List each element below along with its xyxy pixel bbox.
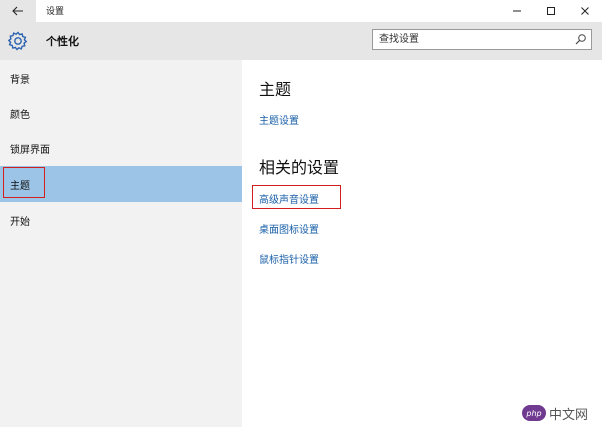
settings-header: 个性化 <box>0 22 602 60</box>
sidebar-item-background[interactable]: 背景 <box>0 60 242 96</box>
themes-heading: 主题 <box>259 80 292 99</box>
title-bar: 设置 <box>0 0 602 22</box>
sidebar-item-label: 背景 <box>10 74 30 86</box>
watermark: php 中文网 <box>522 402 600 424</box>
close-icon <box>581 7 589 15</box>
close-button[interactable] <box>568 0 602 22</box>
sidebar-item-themes[interactable]: 主题 <box>0 166 242 202</box>
sidebar-item-start[interactable]: 开始 <box>0 202 242 238</box>
search-input[interactable] <box>373 30 568 49</box>
gear-icon <box>7 31 28 51</box>
sidebar: 背景 颜色 锁屏界面 主题 开始 <box>0 60 242 427</box>
maximize-button[interactable] <box>534 0 568 22</box>
sidebar-item-label: 开始 <box>10 216 30 228</box>
search-box[interactable] <box>372 29 592 50</box>
maximize-icon <box>547 7 555 15</box>
theme-settings-link[interactable]: 主题设置 <box>259 112 299 127</box>
mouse-pointer-settings-link[interactable]: 鼠标指针设置 <box>259 251 319 266</box>
main-content: 主题 主题设置 相关的设置 高级声音设置 桌面图标设置 鼠标指针设置 <box>242 60 602 427</box>
sidebar-item-label: 锁屏界面 <box>10 144 50 156</box>
back-arrow-icon <box>12 6 23 16</box>
sidebar-item-label: 主题 <box>10 180 30 192</box>
related-settings-heading: 相关的设置 <box>259 158 340 177</box>
sidebar-item-colors[interactable]: 颜色 <box>0 95 242 131</box>
search-icon[interactable] <box>574 33 587 46</box>
desktop-icon-settings-link[interactable]: 桌面图标设置 <box>259 221 319 236</box>
sidebar-item-label: 颜色 <box>10 109 30 121</box>
page-title: 个性化 <box>46 35 79 48</box>
minimize-button[interactable] <box>500 0 534 22</box>
back-button[interactable] <box>0 0 36 22</box>
watermark-text: 中文网 <box>549 407 589 423</box>
window-title: 设置 <box>46 7 65 17</box>
minimize-icon <box>513 10 521 12</box>
php-logo: php <box>522 405 546 421</box>
sidebar-item-lock-screen[interactable]: 锁屏界面 <box>0 130 242 166</box>
advanced-sound-settings-link[interactable]: 高级声音设置 <box>259 191 319 206</box>
